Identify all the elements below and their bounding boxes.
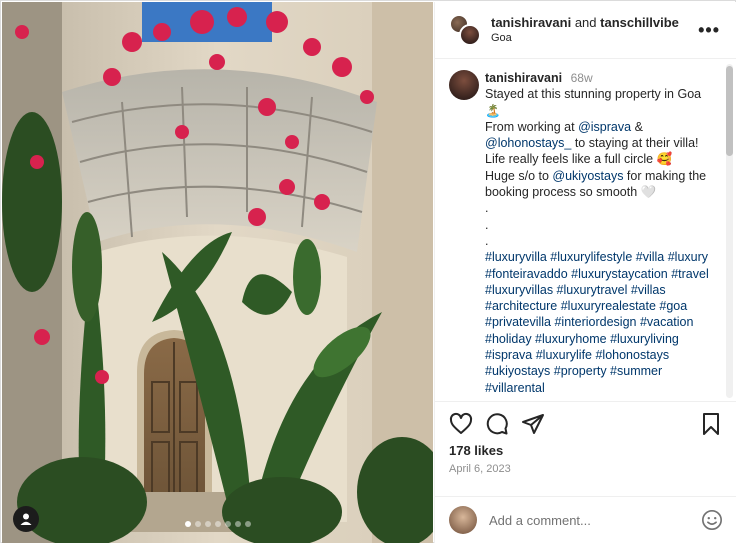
- avatar: [459, 24, 481, 46]
- comment-bar: [435, 496, 736, 543]
- caption-line: From working at @isprava & @lohonostays_…: [485, 119, 719, 168]
- comment-input[interactable]: [489, 512, 701, 528]
- caption-dot: .: [485, 201, 489, 216]
- carousel-dot: [214, 521, 221, 527]
- comment-icon[interactable]: [485, 412, 509, 436]
- mention-link[interactable]: @ukiyostays: [552, 169, 623, 183]
- post-photo[interactable]: [2, 2, 433, 543]
- joiner-text: and: [574, 14, 597, 30]
- carousel-dot: [184, 521, 191, 527]
- post-dialog: tanishiravani and tanschillvibe Goa ••• …: [0, 0, 736, 543]
- villa-entrance-image: [2, 2, 433, 543]
- caption-line: Stayed at this stunning property in Goa …: [485, 87, 702, 118]
- author-username[interactable]: tanishiravani: [491, 15, 571, 30]
- mention-link[interactable]: @isprava: [578, 120, 631, 134]
- caption-scrollbar[interactable]: [726, 64, 733, 398]
- carousel-dot: [224, 521, 231, 527]
- scrollbar-thumb[interactable]: [726, 66, 733, 156]
- caption-meta: tanishiravani 68w: [485, 70, 719, 86]
- more-options-icon[interactable]: •••: [698, 20, 720, 41]
- action-icons: [449, 412, 723, 436]
- post-details-panel: tanishiravani and tanschillvibe Goa ••• …: [434, 2, 736, 543]
- hashtag-block: #luxuryvilla #luxurylifestyle #villa #lu…: [485, 249, 719, 396]
- send-icon[interactable]: [521, 412, 545, 436]
- mention-link[interactable]: @lohonostays_: [485, 136, 571, 150]
- caption-text: &: [631, 119, 643, 134]
- caption-body: tanishiravani 68w Stayed at this stunnin…: [485, 70, 719, 396]
- caption-dot: .: [485, 233, 489, 248]
- smiley-icon[interactable]: [701, 509, 723, 531]
- likes-count[interactable]: 178 likes: [449, 443, 503, 458]
- header-text: tanishiravani and tanschillvibe Goa: [491, 15, 679, 46]
- caption-text: Huge s/o to: [485, 168, 553, 183]
- header-usernames: tanishiravani and tanschillvibe: [491, 15, 679, 31]
- avatar[interactable]: [449, 70, 479, 100]
- caption-username[interactable]: tanishiravani: [485, 71, 562, 85]
- location-link[interactable]: Goa: [491, 32, 679, 45]
- avatar: [449, 506, 477, 534]
- carousel-dot: [194, 521, 201, 527]
- caption-text: From working at: [485, 119, 579, 134]
- post-header: tanishiravani and tanschillvibe Goa •••: [435, 2, 736, 59]
- heart-icon[interactable]: [449, 412, 473, 436]
- caption-area[interactable]: tanishiravani 68w Stayed at this stunnin…: [435, 60, 736, 401]
- post-actions: 178 likes April 6, 2023: [435, 401, 736, 496]
- carousel-dot: [204, 521, 211, 527]
- carousel-indicator: [2, 521, 433, 527]
- carousel-dot: [244, 521, 251, 527]
- hashtags[interactable]: #luxuryvilla #luxurylifestyle #villa #lu…: [485, 250, 709, 394]
- tagged-users-button[interactable]: [13, 506, 39, 532]
- caption-line: Huge s/o to @ukiyostays for making the b…: [485, 168, 719, 201]
- caption-dot: .: [485, 217, 489, 232]
- collab-avatars[interactable]: [449, 14, 481, 46]
- post-date[interactable]: April 6, 2023: [449, 463, 511, 475]
- collab-username[interactable]: tanschillvibe: [600, 15, 679, 30]
- bookmark-icon[interactable]: [699, 412, 723, 436]
- post-age[interactable]: 68w: [571, 71, 593, 85]
- carousel-dot: [234, 521, 241, 527]
